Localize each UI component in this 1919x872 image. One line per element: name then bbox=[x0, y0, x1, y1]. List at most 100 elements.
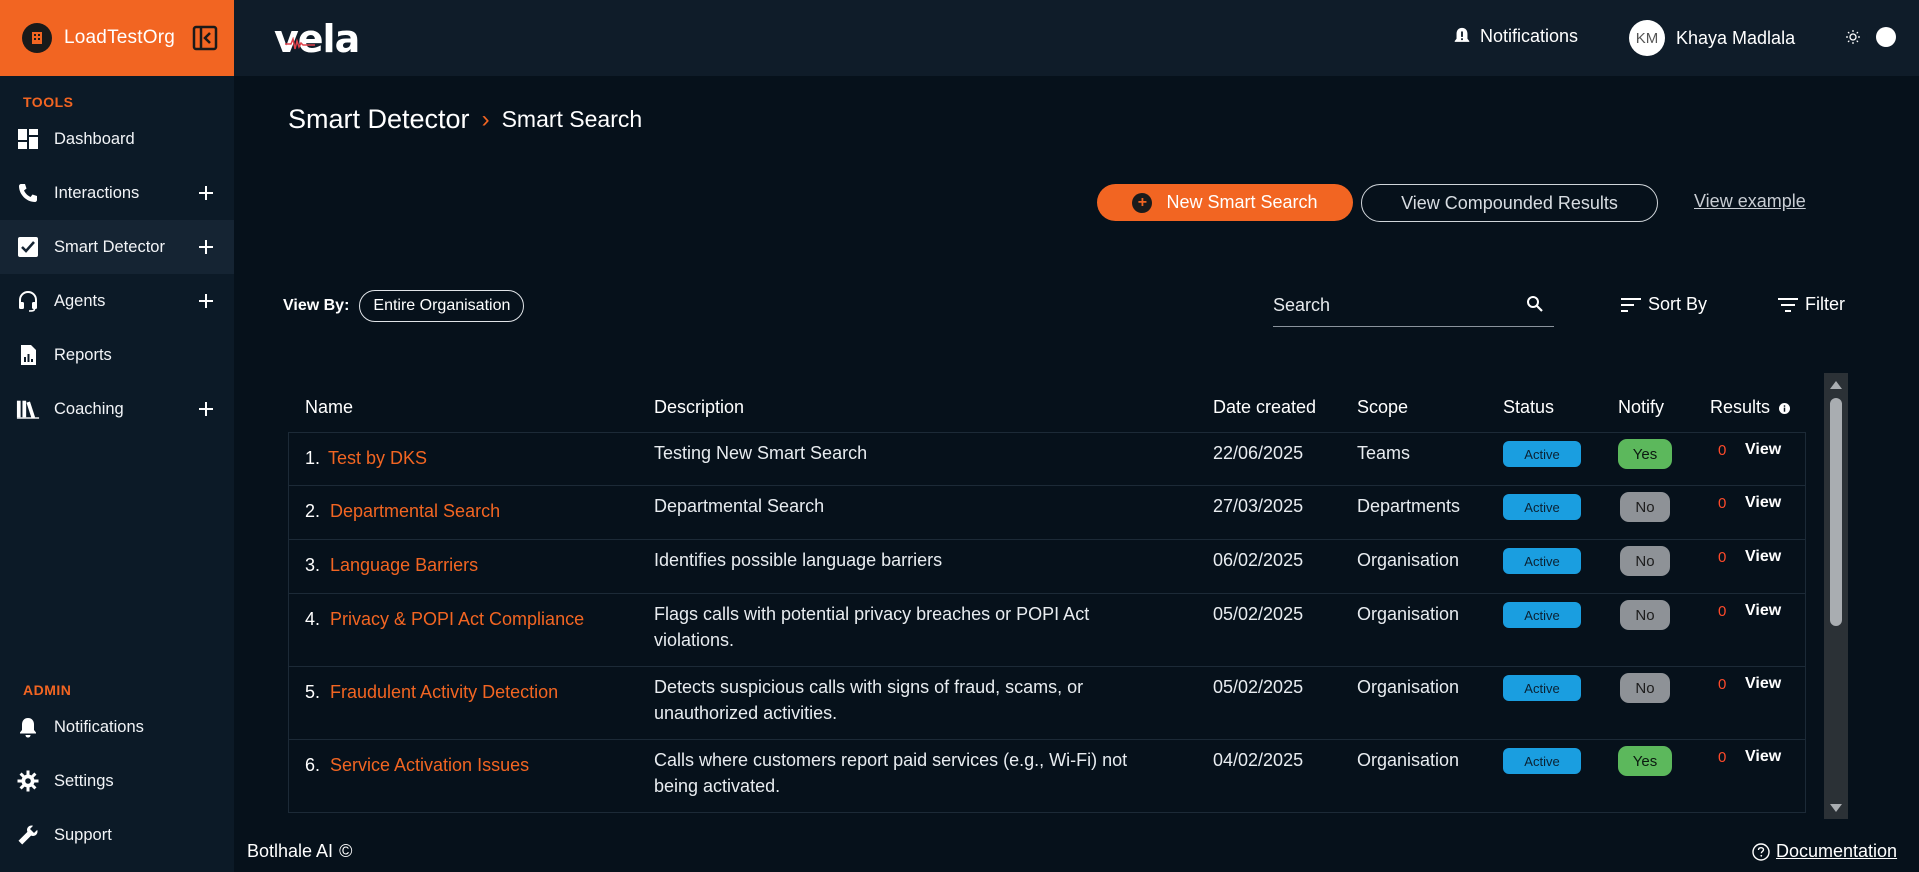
sidebar-item-label: Support bbox=[54, 825, 112, 844]
documentation-link[interactable]: Documentation bbox=[1776, 841, 1897, 862]
search-icon[interactable] bbox=[1526, 295, 1544, 313]
table-row[interactable]: 1. Test by DKS Testing New Smart Search 22/… bbox=[288, 432, 1806, 486]
bell-icon bbox=[1454, 27, 1470, 42]
status-badge: Active bbox=[1503, 441, 1581, 467]
page-title: Smart Search bbox=[501, 106, 643, 132]
description-line-2: unauthorized activities. bbox=[654, 703, 838, 723]
wrench-icon bbox=[16, 823, 40, 847]
scroll-down-icon[interactable] bbox=[1829, 803, 1843, 813]
search-input[interactable] bbox=[1273, 290, 1513, 320]
sidebar-item-notifications[interactable]: Notifications bbox=[0, 700, 234, 754]
sidebar-item-dashboard[interactable]: Dashboard bbox=[0, 112, 234, 166]
sidebar-item-agents[interactable]: Agents bbox=[0, 274, 234, 328]
collapse-sidebar-icon[interactable] bbox=[192, 25, 218, 51]
date-created: 06/02/2025 bbox=[1213, 550, 1304, 570]
header-description: Description bbox=[654, 397, 745, 417]
status-badge: Active bbox=[1503, 675, 1581, 701]
smart-search-table: Name Description Date created Scope Stat… bbox=[288, 388, 1806, 818]
filter-label: Filter bbox=[1805, 294, 1845, 314]
sidebar-item-label: Agents bbox=[54, 291, 106, 310]
tools-section-title: TOOLS bbox=[23, 94, 74, 110]
description-line-2: being activated. bbox=[654, 776, 781, 796]
sidebar-item-label: Notifications bbox=[54, 717, 144, 736]
sidebar-item-support[interactable]: Support bbox=[0, 808, 234, 862]
user-name: Khaya Madlala bbox=[1676, 27, 1796, 48]
view-by-chip[interactable]: Entire Organisation bbox=[359, 290, 525, 322]
smart-search-name-link[interactable]: Test by DKS bbox=[328, 445, 427, 471]
view-example-link[interactable]: View example bbox=[1694, 191, 1806, 212]
header-notify: Notify bbox=[1618, 397, 1665, 417]
row-number: 5. bbox=[305, 682, 321, 702]
smart-search-name-link[interactable]: Privacy & POPI Act Compliance bbox=[330, 606, 584, 632]
filter-button[interactable]: Filter bbox=[1777, 294, 1845, 315]
notifications-button[interactable]: Notifications bbox=[1452, 25, 1578, 47]
view-compounded-results-button[interactable]: View Compounded Results bbox=[1361, 184, 1658, 222]
copyright-symbol: © bbox=[339, 841, 353, 861]
theme-toggle[interactable] bbox=[1846, 27, 1896, 47]
description-line-1: Calls where customers report paid servic… bbox=[654, 750, 1128, 770]
sidebar-item-reports[interactable]: Reports bbox=[0, 328, 234, 382]
sidebar-item-label: Settings bbox=[54, 771, 114, 790]
expand-plus-icon[interactable] bbox=[196, 399, 216, 419]
scroll-up-icon[interactable] bbox=[1829, 380, 1843, 390]
row-number: 4. bbox=[305, 609, 321, 629]
expand-plus-icon[interactable] bbox=[196, 291, 216, 311]
table-row[interactable]: 4. Privacy & POPI Act Compliance Flags cal… bbox=[288, 594, 1806, 667]
smart-search-name-link[interactable]: Fraudulent Activity Detection bbox=[330, 679, 558, 705]
sort-icon bbox=[1621, 297, 1641, 312]
view-results-link[interactable]: View bbox=[1745, 602, 1781, 620]
description-line-1: Detects suspicious calls with signs of f… bbox=[654, 677, 1084, 697]
brand-logo[interactable]: vela bbox=[274, 17, 360, 61]
row-number: 6. bbox=[305, 755, 321, 775]
header-name[interactable]: Name bbox=[305, 397, 353, 418]
expand-plus-icon[interactable] bbox=[196, 183, 216, 203]
notify-badge: No bbox=[1620, 673, 1670, 703]
waveform-icon bbox=[285, 37, 316, 50]
sidebar-item-smart-detector[interactable]: Smart Detector bbox=[0, 220, 234, 274]
smart-search-name-link[interactable]: Service Activation Issues bbox=[330, 752, 529, 778]
view-results-link[interactable]: View bbox=[1745, 675, 1781, 693]
report-icon bbox=[16, 343, 40, 367]
header-date-created[interactable]: Date created bbox=[1213, 397, 1316, 418]
view-results-link[interactable]: View bbox=[1745, 441, 1781, 459]
notify-badge: No bbox=[1620, 492, 1670, 522]
smart-search-name-link[interactable]: Language Barriers bbox=[330, 552, 478, 578]
table-body: 1. Test by DKS Testing New Smart Search 22/… bbox=[288, 432, 1806, 813]
table-row[interactable]: 5. Fraudulent Activity Detection Detects s… bbox=[288, 667, 1806, 740]
sidebar-item-interactions[interactable]: Interactions bbox=[0, 166, 234, 220]
org-header: LoadTestOrg bbox=[0, 0, 234, 76]
status-badge: Active bbox=[1503, 494, 1581, 520]
new-smart-search-label: New Smart Search bbox=[1166, 192, 1318, 212]
toggle-knob bbox=[1876, 27, 1896, 47]
sidebar-item-coaching[interactable]: Coaching bbox=[0, 382, 234, 436]
view-by-label: View By: bbox=[283, 297, 350, 314]
sort-by-label: Sort By bbox=[1648, 294, 1708, 314]
sidebar-item-label: Smart Detector bbox=[54, 237, 165, 256]
header-status: Status bbox=[1503, 397, 1555, 417]
table-row[interactable]: 2. Departmental Search Departmental Search… bbox=[288, 486, 1806, 540]
scope: Organisation bbox=[1357, 604, 1460, 624]
search-field bbox=[1273, 290, 1554, 327]
user-menu[interactable]: KM Khaya Madlala bbox=[1629, 20, 1795, 56]
date-created: 05/02/2025 bbox=[1213, 604, 1304, 624]
table-row[interactable]: 6. Service Activation Issues Calls where c… bbox=[288, 740, 1806, 813]
view-by: View By: Entire Organisation bbox=[283, 290, 525, 322]
table-scrollbar[interactable] bbox=[1824, 373, 1848, 819]
description-line-1: Flags calls with potential privacy breac… bbox=[654, 604, 1090, 624]
scope: Organisation bbox=[1357, 750, 1460, 770]
new-smart-search-button[interactable]: + New Smart Search bbox=[1097, 184, 1353, 221]
sidebar-item-settings[interactable]: Settings bbox=[0, 754, 234, 808]
scroll-thumb[interactable] bbox=[1830, 398, 1842, 626]
view-results-link[interactable]: View bbox=[1745, 548, 1781, 566]
smart-search-name-link[interactable]: Departmental Search bbox=[330, 498, 500, 524]
view-results-link[interactable]: View bbox=[1745, 748, 1781, 766]
view-results-link[interactable]: View bbox=[1745, 494, 1781, 512]
info-icon[interactable] bbox=[1779, 403, 1790, 414]
breadcrumb-parent[interactable]: Smart Detector bbox=[288, 104, 470, 135]
table-row[interactable]: 3. Language Barriers Identifies possible l… bbox=[288, 540, 1806, 594]
expand-plus-icon[interactable] bbox=[196, 237, 216, 257]
notify-badge: No bbox=[1620, 546, 1670, 576]
header-scope: Scope bbox=[1357, 397, 1409, 417]
breadcrumb-separator: › bbox=[481, 105, 490, 133]
sort-by-button[interactable]: Sort By bbox=[1620, 294, 1707, 315]
